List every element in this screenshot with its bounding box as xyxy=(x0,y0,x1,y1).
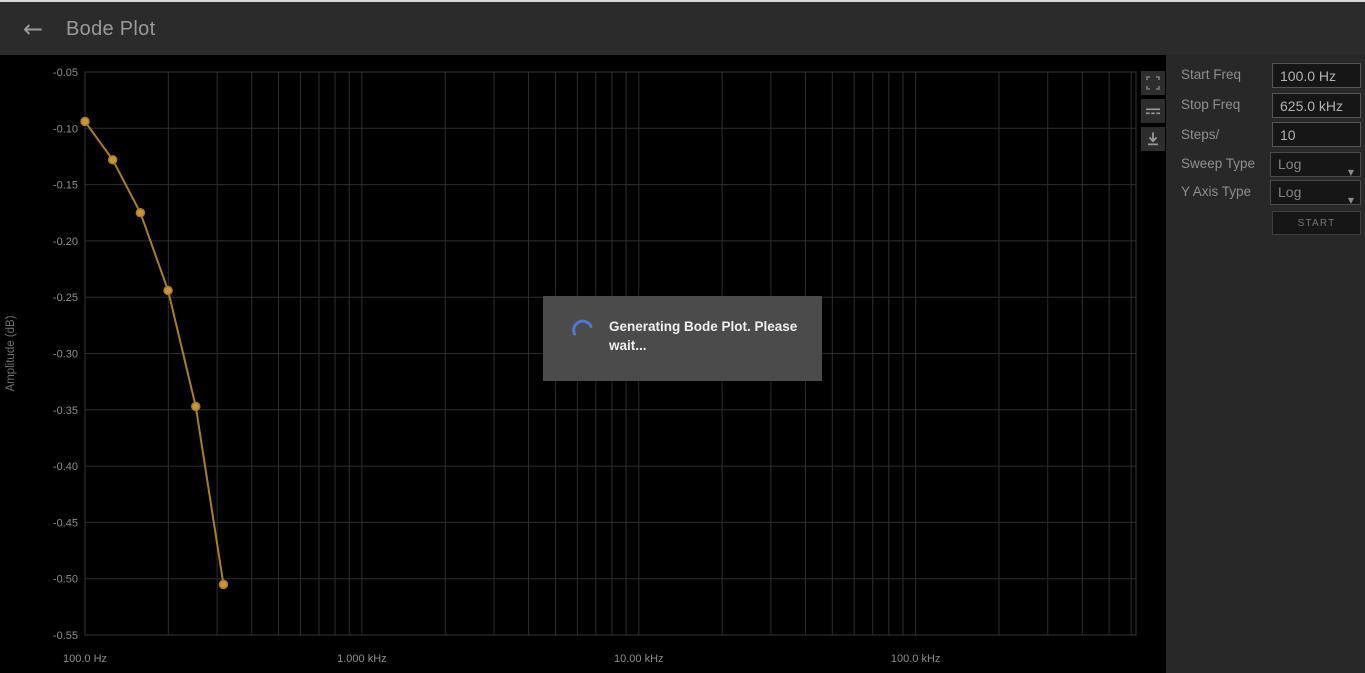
start-button[interactable]: START xyxy=(1272,211,1361,235)
x-tick-label: 100.0 Hz xyxy=(63,653,107,665)
fullscreen-icon xyxy=(1146,76,1160,90)
series-lines-icon xyxy=(1146,108,1160,115)
stop-freq-label: Stop Freq xyxy=(1181,97,1241,112)
generating-modal: Generating Bode Plot. Please wait... xyxy=(543,296,822,381)
download-icon xyxy=(1148,132,1158,146)
start-freq-label: Start Freq xyxy=(1181,67,1242,82)
header-bar: ← Bode Plot xyxy=(0,2,1365,55)
modal-message: Generating Bode Plot. Please wait... xyxy=(609,319,798,353)
y-tick-label: -0.55 xyxy=(53,630,78,642)
y-tick-label: -0.20 xyxy=(53,236,78,248)
y-tick-label: -0.25 xyxy=(53,292,78,304)
y-axis-type-select[interactable]: Log ▼ xyxy=(1270,180,1361,205)
data-point xyxy=(135,208,146,218)
data-point xyxy=(218,579,229,590)
chevron-down-icon: ▼ xyxy=(1347,196,1354,205)
series-line xyxy=(84,120,225,585)
sweep-type-select[interactable]: Log ▼ xyxy=(1270,152,1361,177)
bode-plot-app: ← Bode Plot -0.05 -0.10 -0.15 -0.20 -0.25 -0.… xyxy=(0,0,1365,673)
y-tick-label: -0.05 xyxy=(53,67,78,79)
data-point xyxy=(80,116,90,127)
data-point xyxy=(191,401,201,412)
y-axis-label: Amplitude (dB) xyxy=(5,315,17,391)
y-tick-label: -0.10 xyxy=(53,123,78,135)
y-tick-label: -0.30 xyxy=(53,349,78,361)
data-point xyxy=(107,155,118,165)
steps-input[interactable] xyxy=(1272,122,1361,147)
controls-panel: Start Freq Stop Freq Steps/ Sweep Type L… xyxy=(1166,55,1365,673)
x-tick-label: 10.00 kHz xyxy=(614,653,664,665)
y-tick-label: -0.40 xyxy=(53,461,78,473)
download-button[interactable] xyxy=(1141,127,1165,151)
steps-label: Steps/ xyxy=(1181,127,1220,142)
start-freq-input[interactable] xyxy=(1272,63,1361,88)
y-tick-label: -0.45 xyxy=(53,517,78,529)
back-button[interactable]: ← xyxy=(16,13,50,45)
y-axis-type-value: Log xyxy=(1278,184,1302,200)
y-tick-label: -0.35 xyxy=(53,405,78,417)
back-arrow-icon: ← xyxy=(22,15,44,43)
y-axis-type-label: Y Axis Type xyxy=(1181,184,1252,199)
sweep-type-label: Sweep Type xyxy=(1181,156,1256,171)
page-title: Bode Plot xyxy=(66,18,156,40)
x-tick-label: 1.000 kHz xyxy=(337,653,387,665)
y-tick-label: -0.15 xyxy=(53,180,78,192)
fullscreen-button[interactable] xyxy=(1141,71,1165,95)
data-point xyxy=(163,285,173,296)
stop-freq-input[interactable] xyxy=(1272,93,1361,118)
series-visibility-button[interactable] xyxy=(1141,99,1165,123)
x-tick-label: 100.0 kHz xyxy=(891,653,941,665)
spinner-icon xyxy=(572,319,593,336)
sweep-type-value: Log xyxy=(1278,156,1302,172)
y-tick-label: -0.50 xyxy=(53,574,78,586)
